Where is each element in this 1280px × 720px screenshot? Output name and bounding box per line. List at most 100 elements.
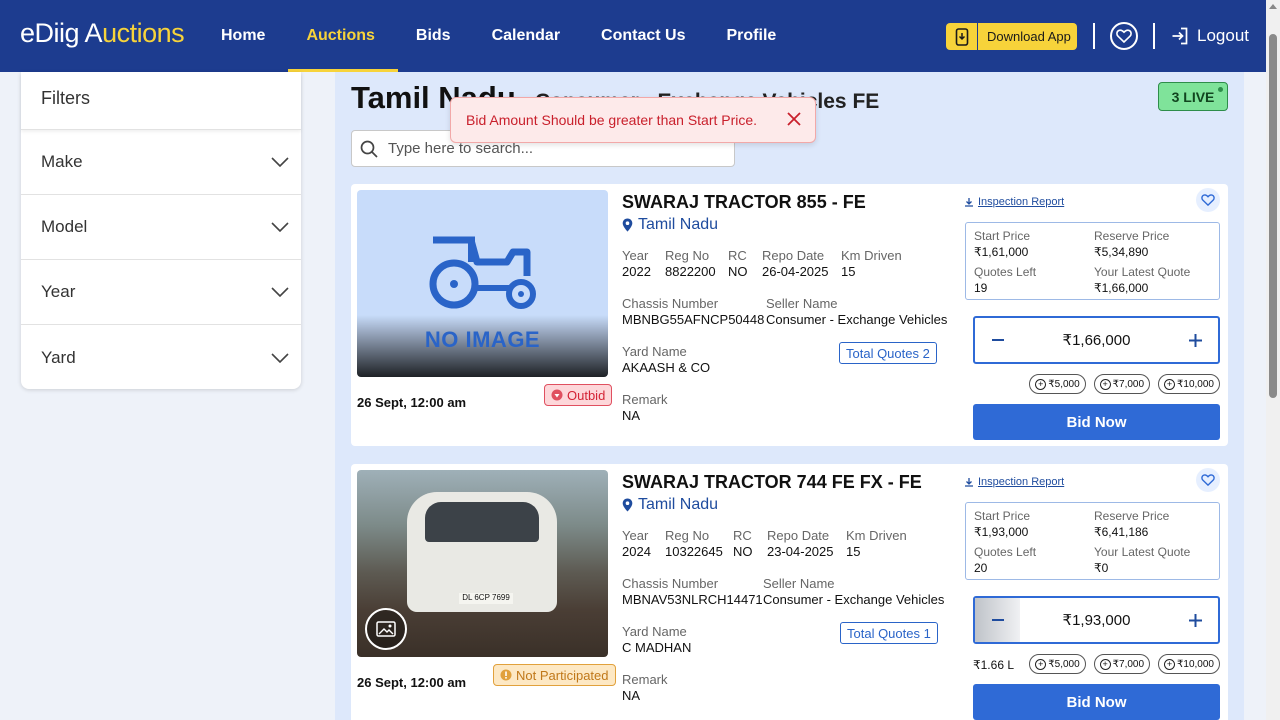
download-icon <box>965 478 973 487</box>
page-scrollbar[interactable] <box>1266 0 1280 720</box>
increase-bid-button[interactable] <box>1173 598 1218 642</box>
increment-chip[interactable]: + ₹7,000 <box>1093 654 1151 674</box>
value-repo-date: 26-04-2025 <box>762 264 829 279</box>
favorite-button[interactable] <box>1196 188 1220 212</box>
value-reserve-price: ₹5,34,890 <box>1094 245 1149 259</box>
label-reg-no: Reg No <box>665 248 710 263</box>
plus-icon <box>1189 333 1202 347</box>
label-reserve-price: Reserve Price <box>1094 509 1170 523</box>
value-remark: NA <box>622 408 641 423</box>
vehicle-title[interactable]: SWARAJ TRACTOR 744 FE FX - FE <box>622 472 922 493</box>
value-start-price: ₹1,93,000 <box>974 525 1029 539</box>
brand-logo[interactable]: eDiig Auctions <box>20 18 185 49</box>
short-bid-amount: ₹1.66 L <box>973 658 1014 672</box>
plus-icon: + <box>1099 658 1111 670</box>
value-km-driven: 15 <box>846 544 861 559</box>
value-year: 2024 <box>622 544 651 559</box>
increment-chip[interactable]: + ₹10,000 <box>1158 374 1220 394</box>
bid-amount-value[interactable]: ₹1,93,000 <box>1020 598 1173 642</box>
vehicle-image-placeholder[interactable]: NO IMAGE <box>357 190 608 377</box>
bid-amount-stepper: ₹1,93,000 <box>973 596 1220 644</box>
nav-profile[interactable]: Profile <box>709 0 800 72</box>
vehicle-card: DL 6CP 7699 26 Sept, 12:00 am Not Partic… <box>351 464 1228 720</box>
scroll-up-arrow[interactable] <box>1269 4 1277 9</box>
label-remark: Remark <box>622 392 668 407</box>
vehicle-title[interactable]: SWARAJ TRACTOR 855 - FE <box>622 192 866 213</box>
wishlist-button[interactable] <box>1110 22 1138 50</box>
bid-now-button[interactable]: Bid Now <box>973 684 1220 720</box>
label-quotes-left: Quotes Left <box>974 265 1037 279</box>
label-quotes-left: Quotes Left <box>974 545 1037 559</box>
vehicle-photo[interactable]: DL 6CP 7699 <box>357 470 608 657</box>
plus-icon: + <box>1164 378 1176 390</box>
value-seller-name: Consumer - Exchange Vehicles <box>766 312 948 327</box>
nav-calendar[interactable]: Calendar <box>474 0 583 72</box>
vehicle-card: NO IMAGE 26 Sept, 12:00 am Outbid SWARAJ… <box>351 184 1228 446</box>
price-info-box: Start Price ₹1,93,000 Reserve Price ₹6,4… <box>965 502 1220 580</box>
increment-chip[interactable]: + ₹5,000 <box>1029 374 1086 394</box>
label-seller-name: Seller Name <box>763 576 835 591</box>
increase-bid-button[interactable] <box>1173 318 1218 362</box>
label-yard-name: Yard Name <box>622 624 687 639</box>
live-dot <box>1218 87 1223 92</box>
nav-bids[interactable]: Bids <box>398 0 474 72</box>
value-yard-name: C MADHAN <box>622 640 692 655</box>
total-quotes-button[interactable]: Total Quotes 2 <box>839 342 937 364</box>
bid-now-button[interactable]: Bid Now <box>973 404 1220 440</box>
value-yard-name: AKAASH & CO <box>622 360 711 375</box>
inspection-report-link[interactable]: Inspection Report <box>964 476 1064 488</box>
status-badge-not-participated: Not Participated <box>493 664 616 686</box>
increment-chip[interactable]: + ₹7,000 <box>1093 374 1151 394</box>
value-chassis-number: MBNBG55AFNCP50448 <box>622 312 765 327</box>
logout-icon <box>1172 27 1188 45</box>
total-quotes-button[interactable]: Total Quotes 1 <box>840 622 938 644</box>
heart-icon <box>1116 29 1132 43</box>
download-app-button[interactable]: Download App <box>946 23 1077 50</box>
filter-year[interactable]: Year <box>21 260 301 325</box>
label-latest-quote: Your Latest Quote <box>1094 545 1191 559</box>
inspection-report-link[interactable]: Inspection Report <box>964 196 1064 208</box>
heart-icon <box>1201 474 1215 486</box>
gallery-button[interactable] <box>365 608 407 650</box>
image-gallery-icon <box>376 621 396 637</box>
nav-contact-us[interactable]: Contact Us <box>583 0 708 72</box>
increment-chip[interactable]: + ₹10,000 <box>1158 654 1220 674</box>
no-image-label: NO IMAGE <box>424 327 541 352</box>
bid-amount-value[interactable]: ₹1,66,000 <box>1020 318 1173 362</box>
plus-icon: + <box>1035 658 1047 670</box>
filter-model[interactable]: Model <box>21 195 301 260</box>
value-reg-no: 8822200 <box>665 264 716 279</box>
top-navbar: eDiig Auctions Home Auctions Bids Calend… <box>0 0 1266 72</box>
value-latest-quote: ₹0 <box>1094 561 1109 575</box>
decrease-bid-button[interactable] <box>975 598 1020 642</box>
chevron-down-icon <box>271 222 289 232</box>
value-remark: NA <box>622 688 641 703</box>
tractor-icon <box>429 236 536 309</box>
label-start-price: Start Price <box>974 229 1031 243</box>
increment-chip[interactable]: + ₹5,000 <box>1029 654 1086 674</box>
label-yard-name: Yard Name <box>622 344 687 359</box>
nav-home[interactable]: Home <box>203 0 288 72</box>
filter-make[interactable]: Make <box>21 130 301 195</box>
label-repo-date: Repo Date <box>767 528 830 543</box>
nav-auctions[interactable]: Auctions <box>288 0 399 72</box>
main-nav: Home Auctions Bids Calendar Contact Us P… <box>203 0 799 72</box>
close-toast-button[interactable] <box>787 112 801 129</box>
label-chassis-number: Chassis Number <box>622 296 719 311</box>
favorite-button[interactable] <box>1196 468 1220 492</box>
filter-yard[interactable]: Yard <box>21 325 301 390</box>
label-km-driven: Km Driven <box>846 528 907 543</box>
status-badge-outbid: Outbid <box>544 384 613 406</box>
location-pin-icon <box>622 218 633 232</box>
value-year: 2022 <box>622 264 651 279</box>
scrollbar-thumb[interactable] <box>1269 34 1277 398</box>
value-quotes-left: 20 <box>974 561 988 575</box>
decrease-bid-button[interactable] <box>975 318 1020 362</box>
value-start-price: ₹1,61,000 <box>974 245 1029 259</box>
location-pin-icon <box>622 498 633 512</box>
info-icon <box>500 669 512 681</box>
minus-icon <box>991 619 1004 621</box>
number-plate: DL 6CP 7699 <box>459 593 513 604</box>
logout-button[interactable]: Logout <box>1171 26 1249 46</box>
car-windshield <box>425 502 539 542</box>
